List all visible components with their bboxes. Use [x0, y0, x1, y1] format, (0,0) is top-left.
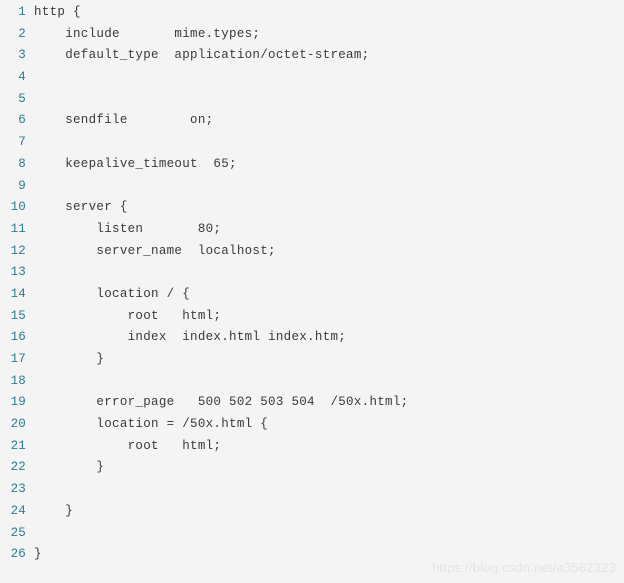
code-line[interactable]: 1 http { [0, 2, 624, 24]
line-number: 15 [10, 308, 26, 323]
line-number: 3 [18, 48, 26, 63]
code-line[interactable]: 9 [0, 176, 624, 198]
code-line-list: 1 http {2 include mime.types; 3 default_ty… [0, 2, 624, 566]
line-number: 8 [18, 156, 26, 171]
line-content: error_page 500 502 503 504 /50x.html; [34, 395, 409, 410]
line-number: 7 [18, 135, 26, 150]
line-number: 16 [10, 330, 26, 345]
line-number: 4 [18, 70, 26, 85]
line-number: 22 [10, 460, 26, 475]
line-number: 24 [10, 503, 26, 518]
line-number: 6 [18, 113, 26, 128]
line-content: } [34, 503, 74, 518]
line-content: listen 80; [34, 221, 222, 236]
line-number: 9 [18, 178, 26, 193]
code-line[interactable]: 18 [0, 371, 624, 393]
line-number: 21 [10, 438, 26, 453]
line-number: 17 [10, 352, 26, 366]
line-content: sendfile on; [34, 113, 214, 128]
line-number: 5 [18, 91, 26, 106]
code-line[interactable]: 5 [0, 89, 624, 111]
code-line[interactable]: 10 server { [0, 197, 624, 219]
code-line[interactable]: 24 } [0, 501, 624, 523]
line-content: } [34, 547, 42, 562]
code-line[interactable]: 25 [0, 523, 624, 545]
line-number: 12 [10, 243, 26, 258]
line-number: 11 [10, 221, 26, 236]
line-number: 19 [10, 395, 26, 410]
line-content: server { [34, 200, 128, 215]
code-line[interactable]: 20 location = /50x.html { [0, 414, 624, 436]
line-content: } [34, 460, 105, 475]
line-content: keepalive_timeout 65; [34, 156, 237, 171]
code-line[interactable]: 17 } [0, 349, 624, 371]
line-content: default_type application/octet-stream; [34, 48, 370, 63]
line-content: root html; [34, 438, 222, 453]
line-number: 2 [18, 26, 26, 41]
line-number: 20 [10, 417, 26, 432]
line-number: 26 [10, 547, 26, 562]
line-number: 18 [10, 373, 26, 388]
code-line[interactable]: 11 listen 80; [0, 219, 624, 241]
line-content: root html; [34, 308, 222, 323]
code-line[interactable]: 7 [0, 132, 624, 154]
line-content: } [34, 352, 105, 366]
line-content: server_name localhost; [34, 243, 276, 258]
code-line[interactable]: 16 index index.html index.htm; [0, 327, 624, 349]
code-line[interactable]: 2 include mime.types; [0, 24, 624, 46]
code-line[interactable]: 22 } [0, 457, 624, 479]
line-number: 10 [10, 200, 26, 215]
code-line[interactable]: 3 default_type application/octet-stream; [0, 45, 624, 67]
code-viewer[interactable]: 1 http {2 include mime.types; 3 default_ty… [0, 0, 624, 583]
line-number: 14 [10, 286, 26, 301]
code-line[interactable]: 13 [0, 262, 624, 284]
line-content: http { [34, 5, 81, 19]
code-line[interactable]: 23 [0, 479, 624, 501]
code-line[interactable]: 12 server_name localhost; [0, 241, 624, 263]
code-line[interactable]: 6 sendfile on; [0, 110, 624, 132]
code-line[interactable]: 4 [0, 67, 624, 89]
code-line[interactable]: 8 keepalive_timeout 65; [0, 154, 624, 176]
code-line[interactable]: 19 error_page 500 502 503 504 /50x.html; [0, 392, 624, 414]
line-content: location / { [34, 286, 191, 301]
line-content: index index.html index.htm; [34, 330, 347, 345]
line-content: location = /50x.html { [34, 417, 269, 432]
line-number: 23 [10, 482, 26, 497]
code-line[interactable]: 15 root html; [0, 306, 624, 328]
code-line[interactable]: 21 root html; [0, 436, 624, 458]
line-number: 1 [18, 5, 26, 19]
line-content: include mime.types; [34, 26, 261, 41]
code-line[interactable]: 26} [0, 544, 624, 566]
line-number: 13 [10, 265, 26, 280]
line-number: 25 [10, 525, 26, 540]
code-line[interactable]: 14 location / { [0, 284, 624, 306]
